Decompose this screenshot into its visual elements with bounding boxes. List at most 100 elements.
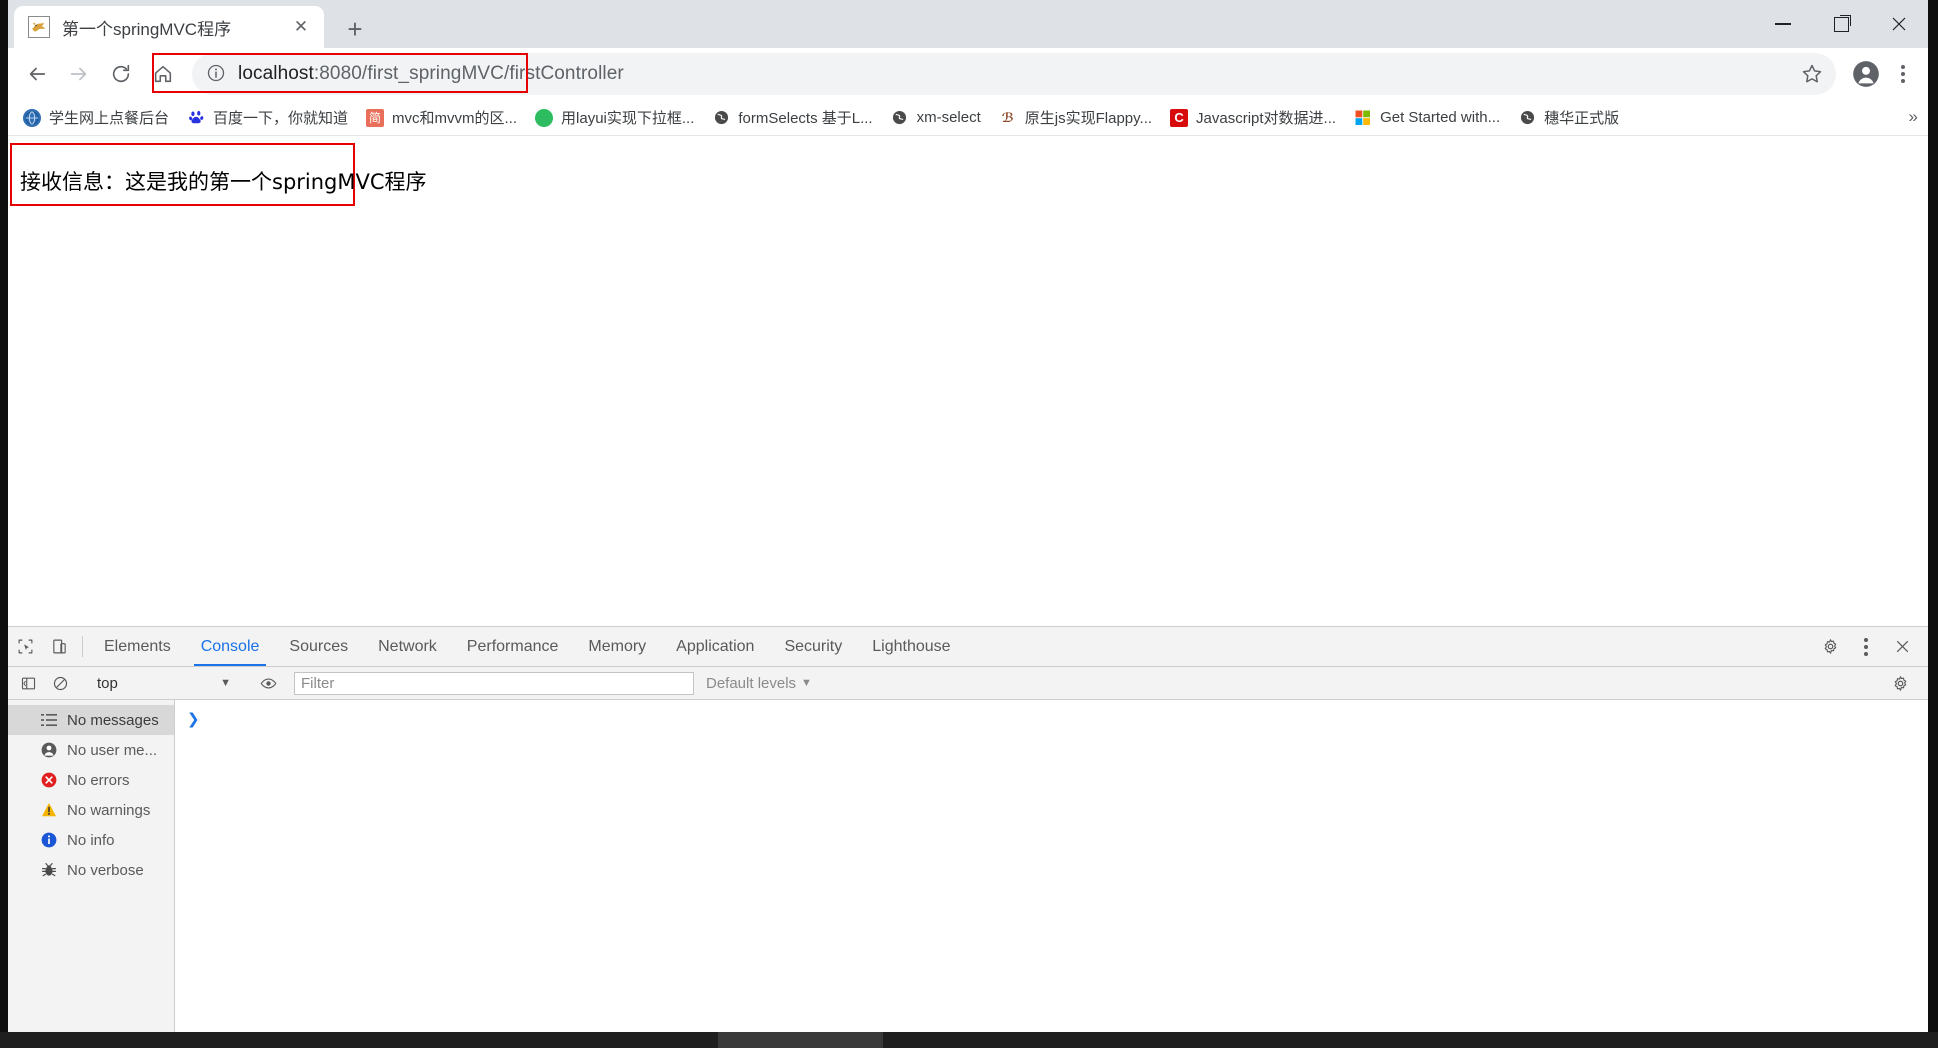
bookmark-label: 原生js实现Flappy...	[1024, 110, 1153, 127]
devtools-close-icon[interactable]	[1884, 638, 1920, 655]
tab-close-icon[interactable]: ✕	[288, 14, 314, 40]
window-close-button[interactable]	[1870, 0, 1928, 48]
devtools-tab-console[interactable]: Console	[186, 627, 275, 666]
console-body: No messages No user me... No errors No w…	[8, 700, 1928, 1032]
console-settings-gear-icon[interactable]	[1884, 667, 1916, 699]
devtools-tab-sources[interactable]: Sources	[274, 627, 363, 666]
bookmark-item[interactable]: C Javascript对数据进...	[1161, 103, 1345, 133]
toggle-console-sidebar-icon[interactable]	[12, 667, 44, 699]
devtools-tabbar-actions	[1799, 627, 1928, 666]
console-levels-label: Default levels	[706, 674, 797, 692]
console-sidebar-label: No messages	[67, 711, 159, 729]
bookmark-item[interactable]: Get Started with...	[1345, 103, 1509, 133]
console-sidebar-label: No errors	[67, 771, 130, 789]
console-toolbar: top ▼ Filter Default levels ▼	[8, 667, 1928, 700]
green-chat-icon	[535, 108, 554, 127]
console-sidebar: No messages No user me... No errors No w…	[8, 700, 175, 1032]
console-sidebar-item-verbose[interactable]: No verbose	[8, 855, 174, 885]
browser-toolbar: localhost:8080/first_springMVC/firstCont…	[8, 48, 1928, 100]
devtools-tab-elements[interactable]: Elements	[89, 627, 186, 666]
window-minimize-button[interactable]	[1754, 0, 1812, 48]
settings-gear-icon[interactable]	[1812, 638, 1848, 655]
bookmark-label: xm-select	[916, 109, 981, 126]
inspect-cursor-icon[interactable]	[8, 627, 42, 666]
os-taskbar	[0, 1032, 1938, 1048]
window-controls	[1754, 0, 1928, 48]
console-sidebar-item-errors[interactable]: No errors	[8, 765, 174, 795]
home-icon[interactable]	[142, 53, 184, 95]
console-message-area[interactable]: ❯ https://blog.csdn.net/weixin_44542088	[175, 700, 1928, 1032]
bookmark-label: formSelects 基于L...	[738, 110, 873, 127]
console-sidebar-item-warnings[interactable]: No warnings	[8, 795, 174, 825]
url-path: :8080/first_springMVC/firstController	[313, 63, 624, 84]
clear-console-icon[interactable]	[44, 667, 76, 699]
csdn-icon: C	[1170, 108, 1189, 127]
bookmark-item[interactable]: ℬ 原生js实现Flappy...	[990, 103, 1161, 133]
console-sidebar-label: No user me...	[67, 741, 158, 759]
devtools-tab-security[interactable]: Security	[769, 627, 857, 666]
devtools-tab-application[interactable]: Application	[661, 627, 769, 666]
console-sidebar-item-messages[interactable]: No messages	[8, 705, 174, 735]
console-sidebar-label: No warnings	[67, 801, 151, 819]
console-filter-placeholder: Filter	[301, 674, 335, 692]
window-maximize-button[interactable]	[1812, 0, 1870, 48]
user-icon	[40, 742, 57, 759]
tomcat-favicon-icon	[28, 16, 50, 38]
site-info-icon[interactable]	[206, 63, 228, 85]
bookmarks-overflow-icon[interactable]: »	[1909, 107, 1918, 127]
bookmark-label: 穗华正式版	[1544, 110, 1620, 127]
bookmark-label: 学生网上点餐后台	[49, 110, 170, 127]
devtools-tab-memory[interactable]: Memory	[573, 627, 661, 666]
back-icon[interactable]	[16, 53, 58, 95]
error-icon	[40, 772, 57, 789]
console-filter-input[interactable]: Filter	[294, 671, 694, 695]
toolbar-divider	[82, 636, 83, 657]
bookmark-item[interactable]: 百度一下，你就知道	[178, 103, 357, 133]
execution-context-value: top	[97, 674, 118, 692]
address-bar-url: localhost:8080/first_springMVC/firstCont…	[238, 63, 624, 85]
bookmark-item[interactable]: 学生网上点餐后台	[14, 103, 178, 133]
console-prompt-icon: ❯	[187, 711, 200, 728]
globe-dark-icon	[891, 109, 909, 127]
chevron-down-icon: ▼	[801, 677, 812, 689]
devtools-tab-network[interactable]: Network	[363, 627, 452, 666]
reload-icon[interactable]	[100, 53, 142, 95]
bookmark-label: 百度一下，你就知道	[213, 110, 349, 127]
console-sidebar-item-info[interactable]: No info	[8, 825, 174, 855]
execution-context-select[interactable]: top ▼	[89, 671, 239, 695]
console-levels-dropdown[interactable]: Default levels ▼	[706, 675, 812, 692]
screen: 第一个springMVC程序 ✕ + localhost:8080/first_…	[0, 0, 1938, 1048]
profile-avatar-icon[interactable]	[1846, 54, 1886, 94]
console-sidebar-label: No info	[67, 831, 115, 849]
bookmark-item[interactable]: 简 mvc和mvvm的区...	[357, 103, 526, 133]
bookmark-item[interactable]: 用layui实现下拉框...	[526, 103, 703, 133]
menu-dot	[1864, 644, 1868, 649]
chrome-menu-icon[interactable]	[1886, 54, 1920, 94]
devtools-tabbar: Elements Console Sources Network Perform…	[8, 627, 1928, 667]
address-bar[interactable]: localhost:8080/first_springMVC/firstCont…	[192, 53, 1836, 95]
device-toolbar-icon[interactable]	[42, 627, 76, 666]
menu-dot	[1901, 72, 1905, 76]
microsoft-icon	[1354, 108, 1373, 127]
browser-tab[interactable]: 第一个springMVC程序 ✕	[14, 6, 324, 48]
devtools-more-icon[interactable]	[1848, 637, 1884, 656]
globe-dark-icon	[712, 109, 730, 127]
more-dots	[1864, 637, 1868, 656]
globe-dark-icon	[1518, 109, 1536, 127]
forward-icon[interactable]	[58, 53, 100, 95]
list-icon	[40, 712, 57, 729]
bookmark-item[interactable]: formSelects 基于L...	[703, 103, 881, 133]
console-sidebar-item-user-messages[interactable]: No user me...	[8, 735, 174, 765]
menu-dot	[1901, 65, 1905, 69]
bookmarks-bar: 学生网上点餐后台 百度一下，你就知道 简 mvc和mvvm的区... 用layu…	[8, 100, 1928, 136]
bookmark-item[interactable]: xm-select	[882, 103, 990, 133]
live-expression-eye-icon[interactable]	[252, 667, 284, 699]
bookmark-item[interactable]: 穗华正式版	[1509, 103, 1628, 133]
console-sidebar-label: No verbose	[67, 861, 144, 879]
new-tab-button[interactable]: +	[338, 12, 372, 46]
bookmark-star-icon[interactable]	[1800, 62, 1824, 86]
tab-title: 第一个springMVC程序	[62, 19, 232, 39]
chevron-down-icon: ▼	[220, 677, 231, 689]
devtools-tab-performance[interactable]: Performance	[452, 627, 574, 666]
devtools-tab-lighthouse[interactable]: Lighthouse	[857, 627, 965, 666]
